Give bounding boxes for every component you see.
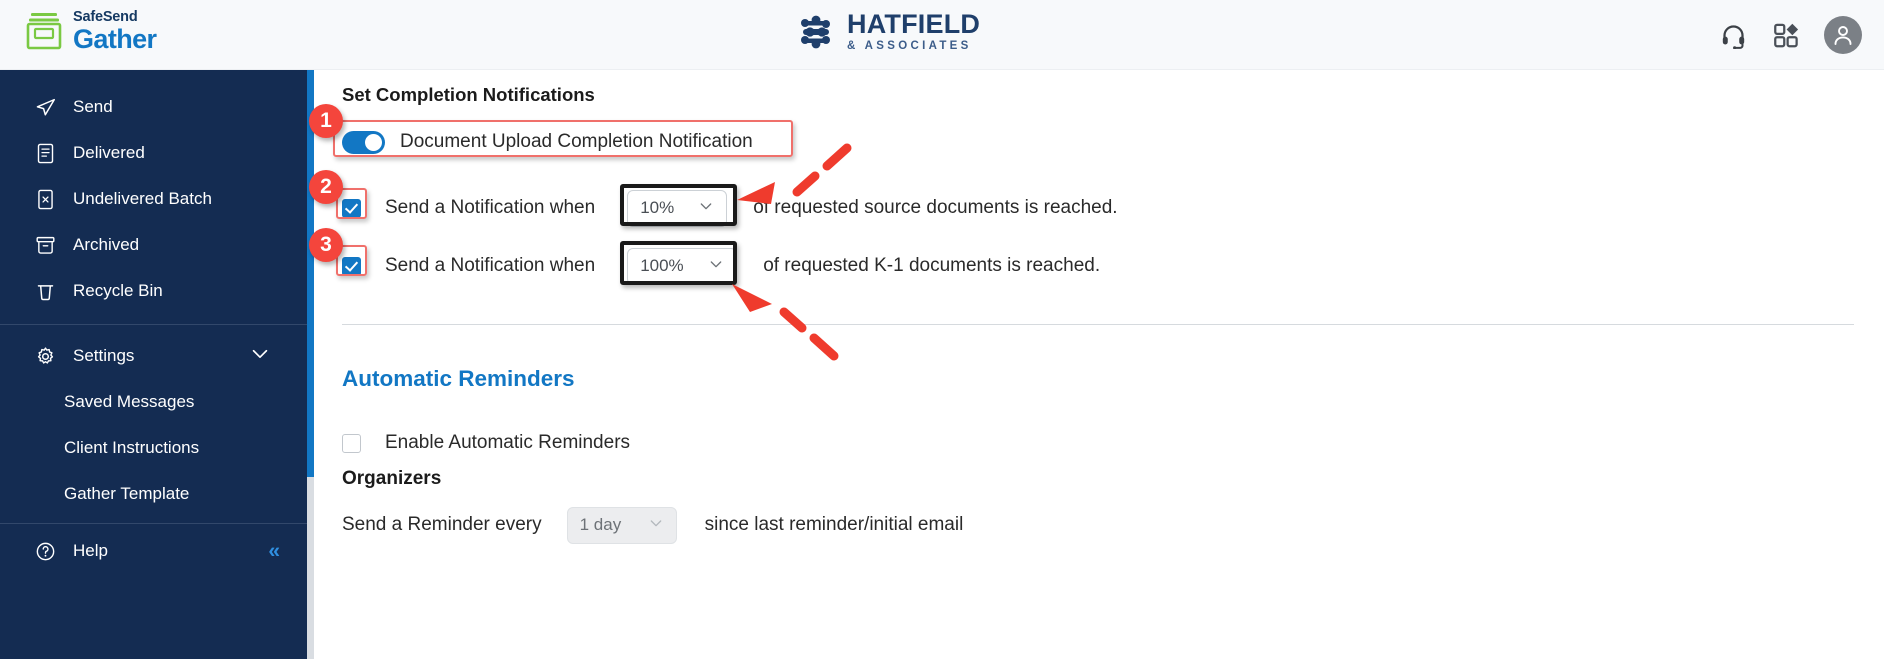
annotation-badge-1: 1 bbox=[309, 104, 343, 138]
k1-documents-checkbox[interactable] bbox=[342, 256, 361, 276]
apps-grid-icon bbox=[1773, 23, 1798, 47]
sidebar-item-settings[interactable]: Settings bbox=[0, 333, 307, 379]
sidebar: Send Delivered Undelivered Batch Archive… bbox=[0, 70, 307, 659]
sidebar-subitem-label: Gather Template bbox=[64, 484, 190, 503]
source-documents-checkbox[interactable] bbox=[342, 198, 361, 218]
sidebar-item-label: Help bbox=[73, 541, 108, 560]
firm-subtitle-text: & ASSOCIATES bbox=[847, 40, 972, 52]
document-upload-notification-label: Document Upload Completion Notification bbox=[400, 131, 753, 152]
headset-icon bbox=[1722, 24, 1744, 49]
brand-safesend-text: SafeSend bbox=[73, 9, 138, 25]
sidebar-item-label: Archived bbox=[73, 235, 140, 254]
enable-automatic-reminders-checkbox[interactable] bbox=[342, 433, 361, 453]
sidebar-item-label: Settings bbox=[73, 346, 135, 365]
sidebar-item-send[interactable]: Send bbox=[0, 84, 307, 130]
hatfield-mark-icon bbox=[801, 15, 830, 49]
firm-logo: HATFIELD & ASSOCIATES bbox=[797, 11, 980, 53]
organizer-reminder-interval-dropdown[interactable]: 1 day bbox=[566, 506, 677, 544]
source-documents-tail-label: of requested source documents is reached… bbox=[753, 197, 1118, 218]
sidebar-item-archived[interactable]: Archived bbox=[0, 222, 307, 268]
sidebar-divider-top bbox=[0, 324, 307, 325]
sidebar-item-recycle-bin[interactable]: Recycle Bin bbox=[0, 268, 307, 314]
support-headset-button[interactable] bbox=[1718, 20, 1748, 50]
document-x-icon bbox=[34, 188, 56, 210]
automatic-reminders-heading: Automatic Reminders bbox=[342, 366, 575, 391]
gear-icon bbox=[34, 345, 56, 367]
sidebar-item-help[interactable]: Help « bbox=[0, 528, 307, 574]
annotation-badge-2: 2 bbox=[309, 170, 343, 204]
sidebar-item-label: Undelivered Batch bbox=[73, 189, 212, 208]
sidebar-item-gather-template[interactable]: Gather Template bbox=[0, 471, 307, 517]
organizer-reminder-interval-value: 1 day bbox=[579, 515, 622, 534]
chevron-down-icon[interactable] bbox=[249, 343, 271, 370]
chevron-down-icon bbox=[648, 515, 664, 536]
firm-name-text: HATFIELD bbox=[847, 9, 981, 39]
top-bar-actions bbox=[1718, 0, 1862, 70]
sidebar-subitem-label: Saved Messages bbox=[64, 392, 195, 411]
document-upload-notification-toggle[interactable] bbox=[342, 130, 385, 154]
k1-documents-tail-label: of requested K-1 documents is reached. bbox=[763, 255, 1101, 276]
apps-grid-button[interactable] bbox=[1771, 20, 1801, 50]
organizers-heading: Organizers bbox=[342, 468, 442, 489]
section-divider bbox=[342, 324, 1854, 325]
sidebar-item-label: Send bbox=[73, 97, 113, 116]
source-documents-notification-row: Send a Notification when 10% of requeste… bbox=[342, 186, 1118, 230]
k1-documents-percent-value: 100% bbox=[640, 256, 684, 275]
chevron-down-icon bbox=[698, 198, 714, 219]
archive-box-icon bbox=[34, 234, 56, 256]
organizer-reminder-lead-label: Send a Reminder every bbox=[342, 514, 542, 535]
sidebar-item-undelivered-batch[interactable]: Undelivered Batch bbox=[0, 176, 307, 222]
k1-documents-percent-dropdown[interactable]: 100% bbox=[627, 247, 738, 285]
document-upload-notification-row: Document Upload Completion Notification bbox=[342, 122, 753, 162]
organizer-reminder-tail-label: since last reminder/initial email bbox=[704, 514, 964, 535]
sidebar-item-label: Delivered bbox=[73, 143, 145, 162]
section-title: Set Completion Notifications bbox=[342, 84, 595, 105]
sidebar-item-client-instructions[interactable]: Client Instructions bbox=[0, 425, 307, 471]
sidebar-item-label: Recycle Bin bbox=[73, 281, 163, 300]
sidebar-divider-bottom bbox=[0, 523, 307, 524]
brand-gather-text: Gather bbox=[73, 23, 157, 54]
safesend-gather-logo[interactable]: SafeSend Gather bbox=[26, 9, 157, 54]
app-root: SafeSend Gather HATFIELD & ASSOCIATES Se… bbox=[0, 0, 1884, 659]
source-documents-percent-value: 10% bbox=[640, 198, 675, 217]
document-lines-icon bbox=[34, 142, 56, 164]
user-avatar-icon bbox=[1834, 26, 1852, 45]
send-paper-plane-icon bbox=[34, 96, 56, 118]
top-bar: SafeSend Gather HATFIELD & ASSOCIATES bbox=[0, 0, 1884, 70]
organizer-reminder-row: Send a Reminder every 1 day since last r… bbox=[342, 505, 963, 545]
k1-documents-notification-row: Send a Notification when 100% of request… bbox=[342, 244, 1100, 288]
source-documents-percent-dropdown[interactable]: 10% bbox=[627, 189, 728, 227]
annotation-badge-3: 3 bbox=[309, 228, 343, 262]
user-avatar-button[interactable] bbox=[1824, 16, 1862, 54]
sidebar-collapse-button[interactable]: « bbox=[268, 541, 280, 562]
sidebar-item-saved-messages[interactable]: Saved Messages bbox=[0, 379, 307, 425]
sidebar-item-delivered[interactable]: Delivered bbox=[0, 130, 307, 176]
safesend-box-icon bbox=[26, 13, 62, 50]
sidebar-subitem-label: Client Instructions bbox=[64, 438, 200, 457]
enable-automatic-reminders-row: Enable Automatic Reminders bbox=[342, 428, 630, 458]
enable-automatic-reminders-label: Enable Automatic Reminders bbox=[385, 432, 631, 453]
trash-bin-icon bbox=[34, 280, 56, 302]
question-circle-icon bbox=[34, 540, 56, 562]
source-documents-lead-label: Send a Notification when bbox=[385, 197, 596, 218]
k1-documents-lead-label: Send a Notification when bbox=[385, 255, 596, 276]
main-content: Set Completion Notifications Document Up… bbox=[314, 70, 1884, 659]
chevron-down-icon bbox=[708, 256, 724, 277]
